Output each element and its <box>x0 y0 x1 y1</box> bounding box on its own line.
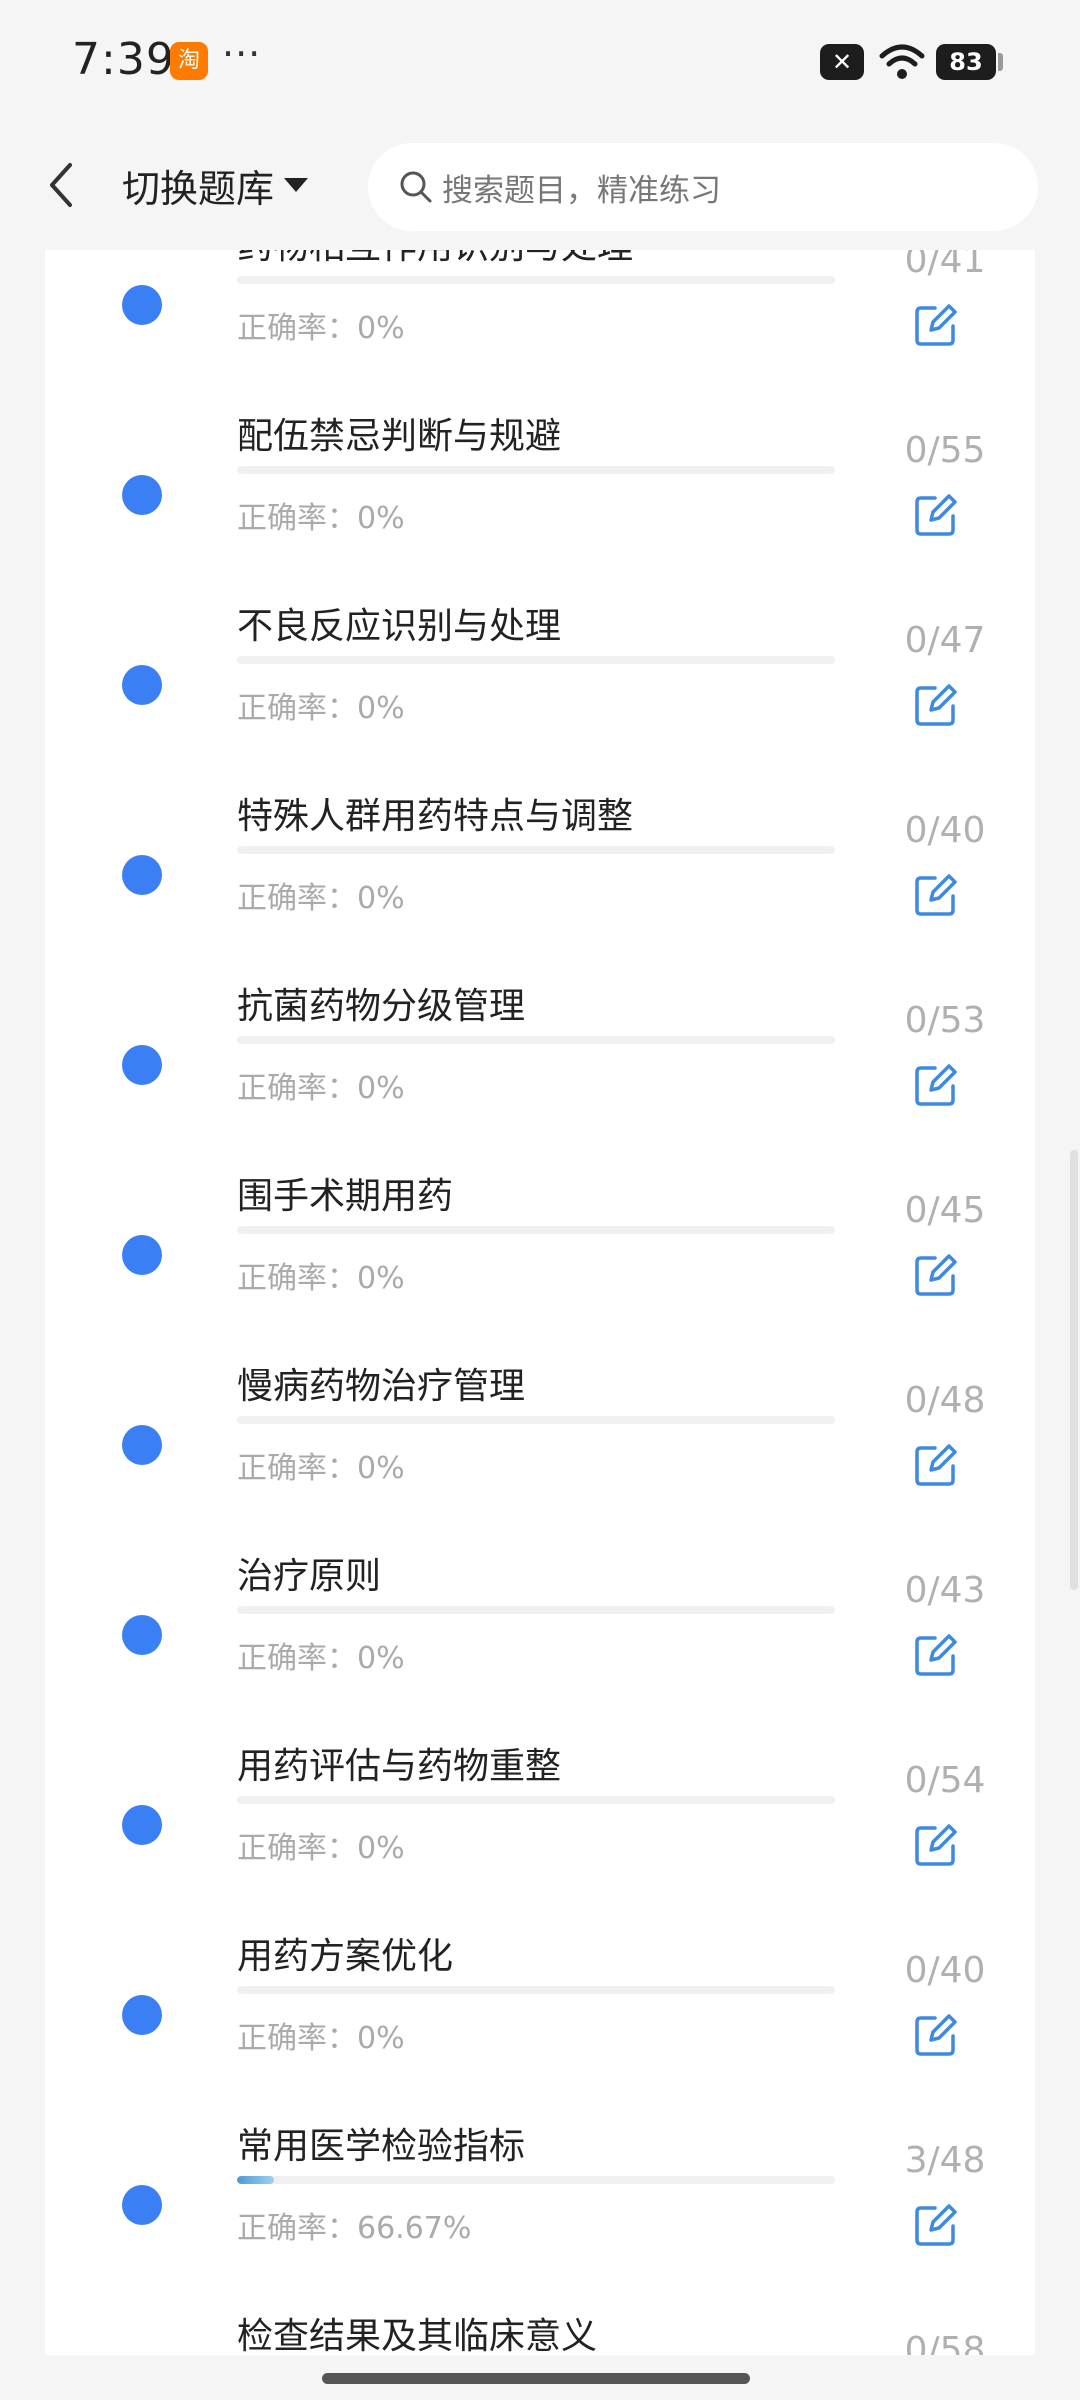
page: 7:39 淘 ··· ✕ 83 切换题库 搜索题目，精准练习 药物相互作用识别与… <box>0 0 1080 2400</box>
topic-count: 0/58 <box>904 2330 986 2355</box>
scrollbar[interactable] <box>1070 1150 1078 1590</box>
topic-count: 3/48 <box>904 2140 986 2181</box>
header: 切换题库 搜索题目，精准练习 <box>0 125 1080 250</box>
topic-progress-bar <box>237 1226 835 1234</box>
home-indicator[interactable] <box>322 2373 750 2384</box>
topic-count: 0/40 <box>904 1950 986 1991</box>
topic-title: 慢病药物治疗管理 <box>237 1366 526 1407</box>
topic-count: 0/43 <box>904 1570 986 1611</box>
topic-title: 常用医学检验指标 <box>237 2126 526 2167</box>
topic-count: 0/55 <box>904 430 986 471</box>
taobao-app-icon: 淘 <box>170 42 208 80</box>
search-placeholder: 搜索题目，精准练习 <box>442 172 721 209</box>
topic-title: 配伍禁忌判断与规避 <box>237 416 562 457</box>
switch-question-bank-label: 切换题库 <box>122 166 275 211</box>
topic-item[interactable]: 围手术期用药 正确率：0% 0/45 <box>45 1075 1035 1296</box>
topic-title: 用药方案优化 <box>237 1936 454 1977</box>
wifi-icon <box>879 44 925 79</box>
close-badge-icon: ✕ <box>820 44 864 80</box>
battery-icon: 83 <box>936 44 996 80</box>
topic-progress-bar <box>237 1606 835 1614</box>
topic-progress-bar <box>237 2176 835 2184</box>
topic-progress-bar <box>237 1036 835 1044</box>
topic-title: 药物相互作用识别与处理 <box>237 250 633 269</box>
caret-down-icon <box>284 178 309 192</box>
topic-item[interactable]: 用药评估与药物重整 正确率：0% 0/54 <box>45 1645 1035 1866</box>
topic-progress-bar <box>237 1416 835 1424</box>
topic-item[interactable]: 治疗原则 正确率：0% 0/43 <box>45 1455 1035 1676</box>
more-notifications-icon: ··· <box>222 32 262 76</box>
status-bar: 7:39 淘 ··· ✕ 83 <box>0 0 1080 125</box>
topic-count: 0/48 <box>904 1380 986 1421</box>
topic-title: 不良反应识别与处理 <box>237 606 562 647</box>
topic-progress-bar <box>237 1986 835 1994</box>
topic-count: 0/40 <box>904 810 986 851</box>
topic-title: 特殊人群用药特点与调整 <box>237 796 634 837</box>
search-icon <box>400 171 432 203</box>
topic-count: 0/53 <box>904 1000 986 1041</box>
topic-title: 检查结果及其临床意义 <box>237 2316 598 2355</box>
topic-item[interactable]: 不良反应识别与处理 正确率：0% 0/47 <box>45 505 1035 726</box>
topic-item[interactable]: 配伍禁忌判断与规避 正确率：0% 0/55 <box>45 315 1035 536</box>
topic-count: 0/47 <box>904 620 986 661</box>
topic-title: 抗菌药物分级管理 <box>237 986 526 1027</box>
topic-title: 围手术期用药 <box>237 1176 454 1217</box>
search-input[interactable]: 搜索题目，精准练习 <box>368 143 1038 231</box>
topic-item[interactable]: 慢病药物治疗管理 正确率：0% 0/48 <box>45 1265 1035 1486</box>
topic-progress-bar <box>237 466 835 474</box>
topic-count: 0/54 <box>904 1760 986 1801</box>
topic-item[interactable]: 特殊人群用药特点与调整 正确率：0% 0/40 <box>45 695 1035 916</box>
status-time: 7:39 <box>72 34 175 85</box>
topic-progress-bar <box>237 1796 835 1804</box>
topic-item[interactable]: 常用医学检验指标 正确率：66.67% 3/48 <box>45 2025 1035 2246</box>
topic-title: 用药评估与药物重整 <box>237 1746 562 1787</box>
topic-count: 0/41 <box>904 250 986 281</box>
topic-item[interactable]: 药物相互作用识别与处理正确率：0%0/41 <box>45 250 1035 346</box>
topic-progress-bar <box>237 846 835 854</box>
battery-tip <box>998 53 1003 71</box>
topic-item[interactable]: 检查结果及其临床意义正确率：0%0/58 <box>45 2215 1035 2355</box>
topic-item[interactable]: 用药方案优化 正确率：0% 0/40 <box>45 1835 1035 2056</box>
topic-list: 药物相互作用识别与处理正确率：0%0/41配伍禁忌判断与规避正确率：0%0/55… <box>45 250 1035 2355</box>
topic-progress-fill <box>237 2176 274 2184</box>
topic-item[interactable]: 抗菌药物分级管理 正确率：0% 0/53 <box>45 885 1035 1106</box>
topic-progress-bar <box>237 656 835 664</box>
switch-question-bank-button[interactable]: 切换题库 <box>122 155 309 215</box>
topic-title: 治疗原则 <box>237 1556 382 1597</box>
topic-progress-bar <box>237 276 835 284</box>
topic-count: 0/45 <box>904 1190 986 1231</box>
back-arrow-icon[interactable] <box>42 155 82 215</box>
